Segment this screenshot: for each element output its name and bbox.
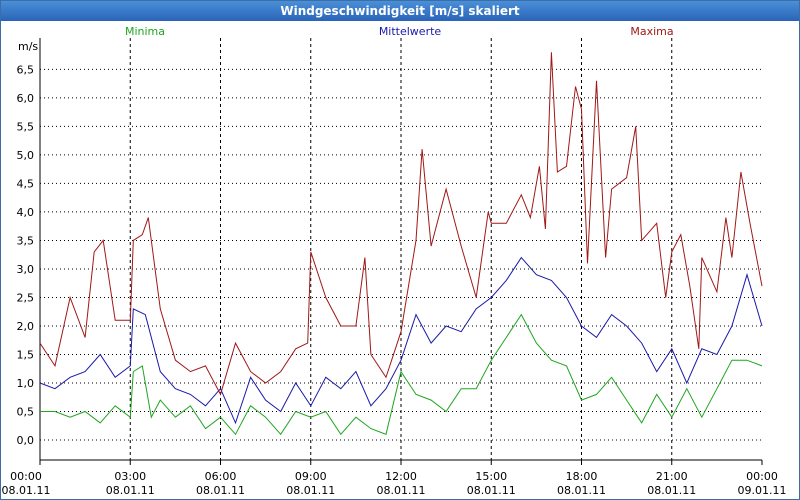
y-tick-label: 4,5 (17, 177, 35, 190)
chart-area: 0,0 0,5 1,0 1,5 2,0 2,5 3,0 3,5 4,0 4,5 5,0 5,5 6,0 6… (2, 25, 787, 497)
y-tick-label: 1,5 (17, 349, 35, 362)
x-tick-date: 08.01.11 (2, 484, 51, 497)
y-tick-label: 3,0 (17, 263, 35, 276)
x-tick-date: 08.01.11 (286, 484, 335, 497)
y-tick-label: 0,0 (17, 434, 35, 447)
x-tick-time: 00:00 (10, 470, 42, 483)
legend-maxima: Maxima (630, 25, 673, 38)
y-tick-label: 6,5 (17, 63, 35, 76)
y-tick-label: 2,0 (17, 320, 35, 333)
y-tick-label: 3,5 (17, 234, 35, 247)
x-tick-date: 08.01.11 (557, 484, 606, 497)
x-tick-time: 09:00 (295, 470, 327, 483)
y-tick-label: 0,5 (17, 406, 35, 419)
x-tick-time: 18:00 (566, 470, 598, 483)
x-tick-time: 06:00 (205, 470, 237, 483)
y-axis-label: m/s (18, 40, 38, 53)
y-tick-label: 5,5 (17, 120, 35, 133)
y-tick-label: 2,5 (17, 291, 35, 304)
series-line-maxima (39, 52, 763, 396)
legend-minima: Minima (125, 25, 165, 38)
x-tick-date: 08.01.11 (467, 484, 516, 497)
x-tick-date: 08.01.11 (647, 484, 696, 497)
x-tick-date: 08.01.11 (196, 484, 245, 497)
x-tick-date: 09.01.11 (738, 484, 787, 497)
y-tick-label: 4,0 (17, 206, 35, 219)
x-tick-time: 03:00 (114, 470, 146, 483)
x-tick-date: 08.01.11 (106, 484, 155, 497)
x-tick-time: 15:00 (475, 470, 507, 483)
x-tick-time: 00:00 (746, 470, 778, 483)
y-tick-label: 5,0 (17, 149, 35, 162)
x-tick-time: 21:00 (656, 470, 688, 483)
x-tick-time: 12:00 (385, 470, 417, 483)
x-tick-date: 08.01.11 (377, 484, 426, 497)
legend-mittel: Mittelwerte (379, 25, 442, 38)
y-tick-label: 6,0 (17, 92, 35, 105)
y-tick-label: 1,0 (17, 377, 35, 390)
